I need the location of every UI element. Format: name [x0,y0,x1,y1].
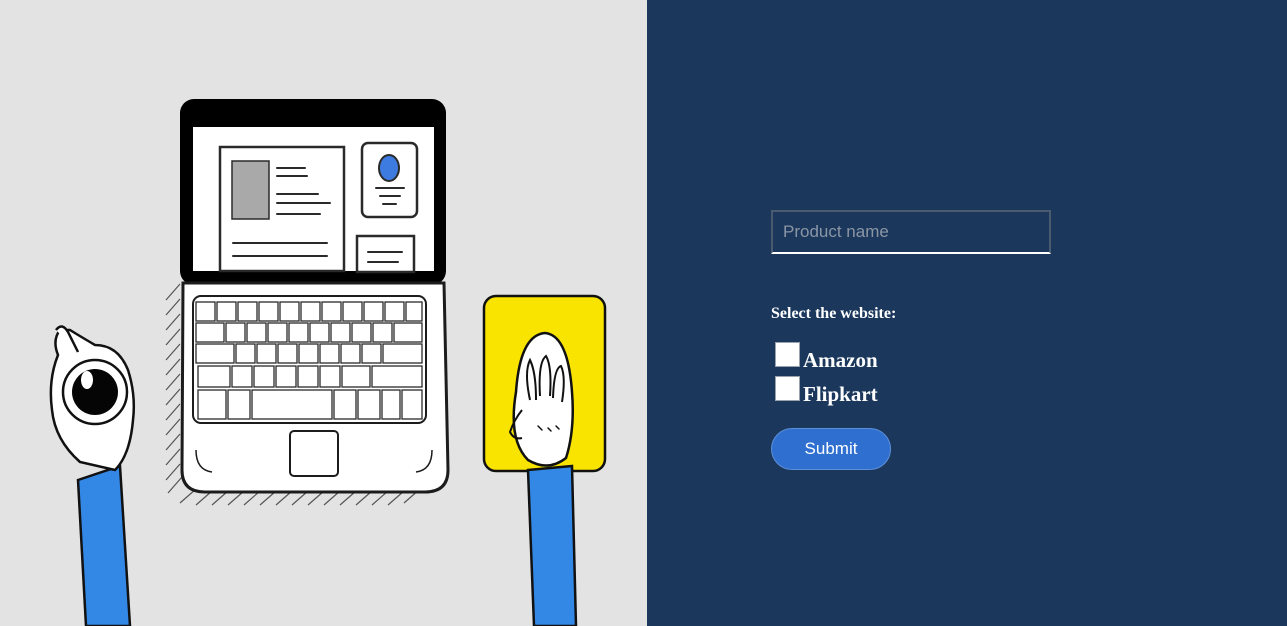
select-website-label: Select the website: [771,305,897,322]
amazon-label[interactable]: Amazon [803,347,878,373]
option-amazon: Amazon [775,341,878,372]
option-flipkart: Flipkart [775,375,878,406]
amazon-checkbox[interactable] [775,342,800,367]
flipkart-checkbox[interactable] [775,376,800,401]
product-name-input[interactable] [771,210,1051,254]
illustration-panel [0,0,647,626]
submit-button[interactable]: Submit [771,428,891,470]
flipkart-label[interactable]: Flipkart [803,381,878,407]
form-panel [647,0,1287,626]
laptop-desk-illustration-icon [49,99,607,626]
